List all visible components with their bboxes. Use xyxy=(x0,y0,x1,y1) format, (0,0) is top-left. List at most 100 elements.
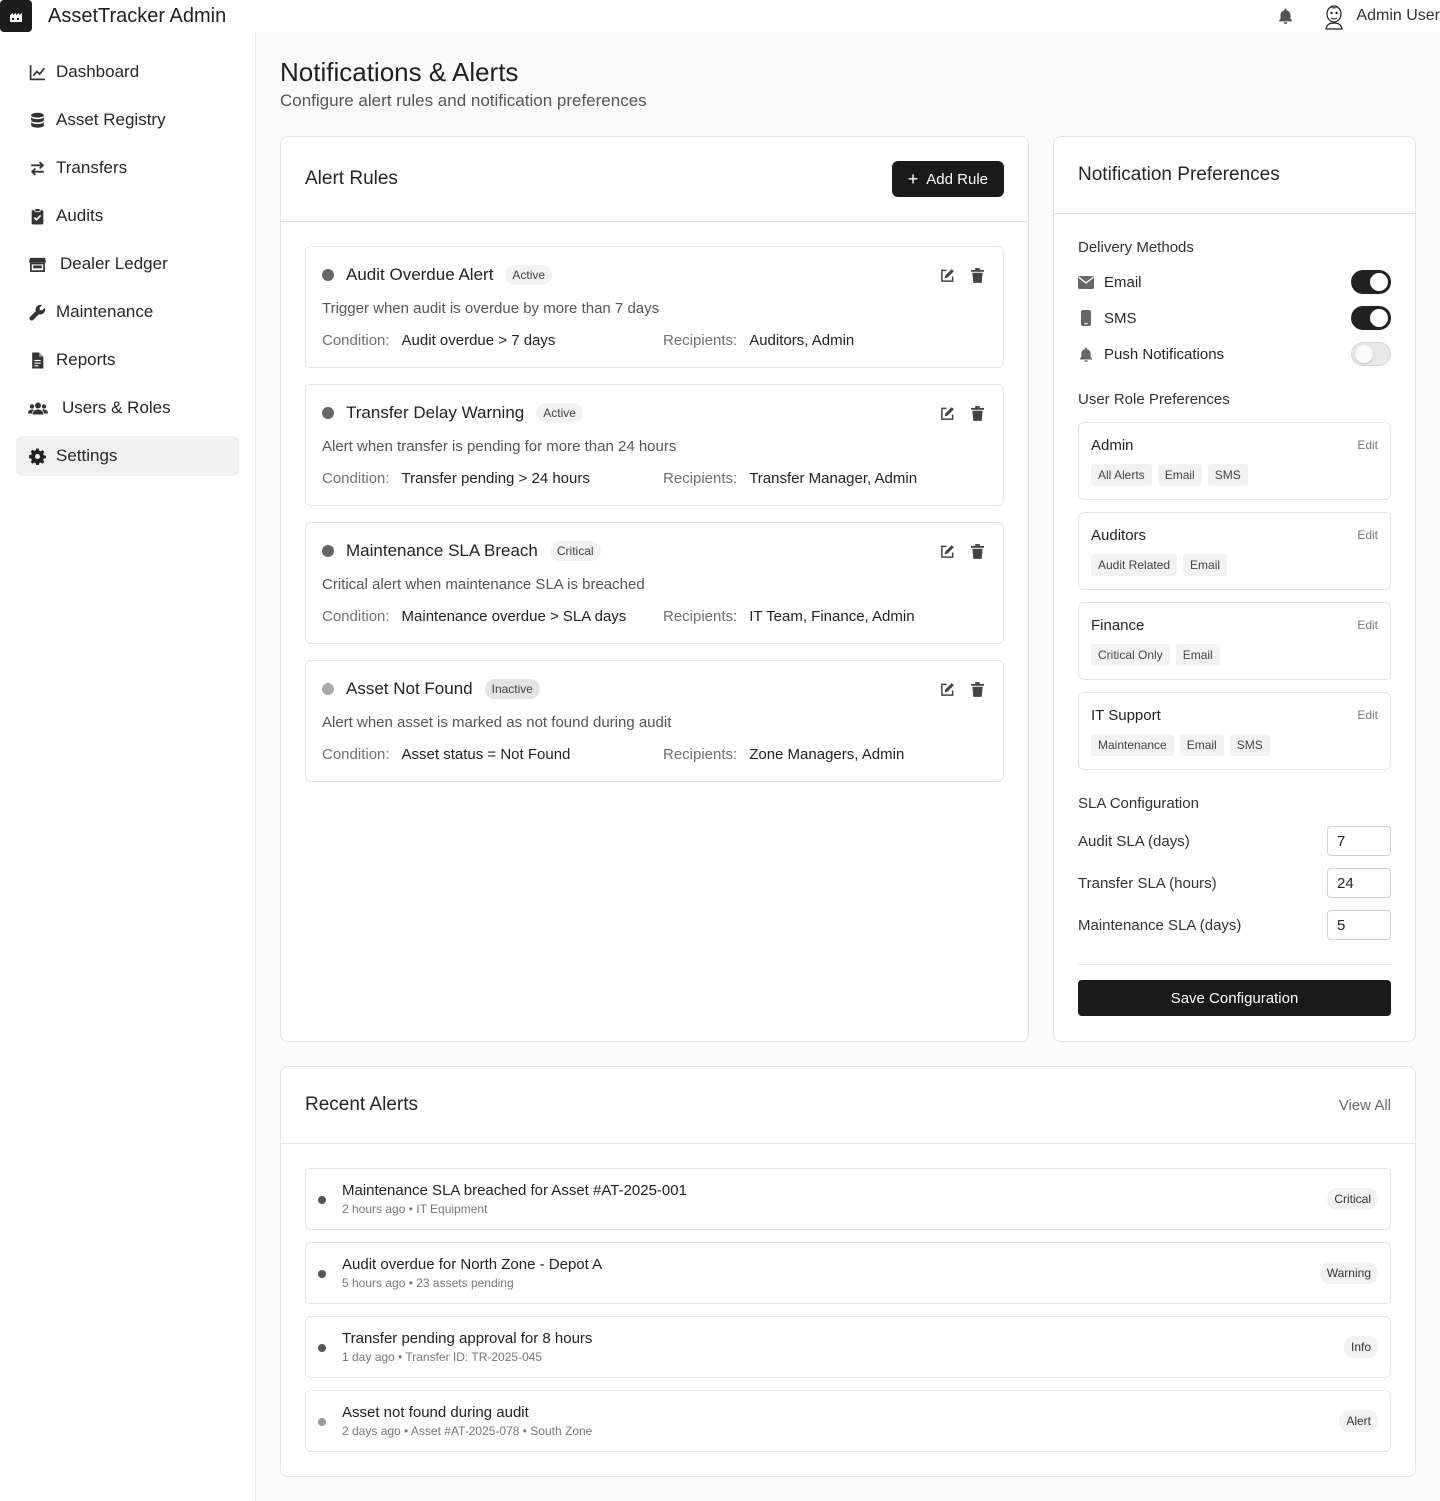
role-name: Finance xyxy=(1091,617,1145,634)
sms-toggle[interactable] xyxy=(1351,306,1391,330)
rule-condition: Transfer pending > 24 hours xyxy=(401,470,590,487)
alert-level-badge: Warning xyxy=(1319,1262,1378,1284)
role-preference-finance: Finance Edit Critical Only Email xyxy=(1078,602,1391,680)
view-all-link[interactable]: View All xyxy=(1339,1097,1391,1114)
mobile-phone-icon xyxy=(1078,310,1094,326)
condition-key: Condition: xyxy=(322,746,390,763)
email-toggle[interactable] xyxy=(1351,270,1391,294)
role-tag: Audit Related xyxy=(1091,554,1178,576)
database-icon xyxy=(28,111,46,129)
delivery-method-sms: SMS xyxy=(1078,306,1391,330)
sidebar-item-asset-registry[interactable]: Asset Registry xyxy=(16,100,239,140)
role-tag: Maintenance xyxy=(1091,734,1174,756)
rule-name: Asset Not Found xyxy=(346,679,473,698)
rule-name: Maintenance SLA Breach xyxy=(346,541,538,560)
status-dot xyxy=(322,407,334,419)
alert-meta: 1 day ago • Transfer ID: TR-2025-045 xyxy=(342,1350,543,1364)
file-icon xyxy=(28,351,46,369)
role-edit-link[interactable]: Edit xyxy=(1357,618,1378,632)
edit-icon[interactable] xyxy=(939,405,955,421)
sidebar-item-label: Reports xyxy=(56,350,116,369)
trash-icon[interactable] xyxy=(969,681,985,697)
role-tag: Email xyxy=(1175,644,1220,666)
recipients-key: Recipients: xyxy=(663,332,738,349)
edit-icon[interactable] xyxy=(939,267,955,283)
alert-level-badge: Info xyxy=(1343,1336,1378,1358)
trash-icon[interactable] xyxy=(969,405,985,421)
alert-rule-item[interactable]: Asset Not Found Inactive Alert when asset… xyxy=(305,660,1004,782)
page-title: Notifications & Alerts xyxy=(280,57,519,87)
alert-meta: 2 days ago • Asset #AT-2025-078 • South … xyxy=(342,1424,593,1438)
arrows-exchange-icon xyxy=(28,159,46,177)
sla-configuration-heading: SLA Configuration xyxy=(1078,795,1199,812)
avatar[interactable] xyxy=(1320,2,1349,30)
bell-icon[interactable] xyxy=(1276,7,1294,25)
recent-alerts-card: Recent Alerts View All Maintenance SLA b… xyxy=(280,1066,1416,1477)
sidebar-item-label: Audits xyxy=(56,206,104,225)
maintenance-sla-input[interactable] xyxy=(1327,910,1391,940)
chart-line-icon xyxy=(28,63,46,81)
push-notifications-toggle[interactable] xyxy=(1351,342,1391,366)
sidebar-item-label: Users & Roles xyxy=(62,398,171,417)
alert-dot xyxy=(318,1418,326,1426)
alert-rule-item[interactable]: Maintenance SLA Breach Critical Critical … xyxy=(305,522,1004,644)
sidebar-item-settings[interactable]: Settings xyxy=(16,436,239,476)
alert-list-item[interactable]: Maintenance SLA breached for Asset #AT-2… xyxy=(305,1168,1391,1230)
condition-key: Condition: xyxy=(322,332,390,349)
gear-icon xyxy=(28,447,46,465)
role-name: IT Support xyxy=(1091,707,1161,724)
status-dot xyxy=(322,545,334,557)
alert-dot xyxy=(318,1344,326,1352)
alert-meta: 5 hours ago • 23 assets pending xyxy=(342,1276,514,1290)
recipients-key: Recipients: xyxy=(663,608,738,625)
sla-row-audit: Audit SLA (days) xyxy=(1078,826,1391,856)
sla-row-maintenance: Maintenance SLA (days) xyxy=(1078,910,1391,940)
top-bar: AssetTracker Admin Admin User xyxy=(0,0,1440,32)
sidebar-item-reports[interactable]: Reports xyxy=(16,340,239,380)
audit-sla-input[interactable] xyxy=(1327,826,1391,856)
alert-list-item[interactable]: Asset not found during audit 2 days ago … xyxy=(305,1390,1391,1452)
role-tag: Critical Only xyxy=(1091,644,1170,666)
rule-recipients: Zone Managers, Admin xyxy=(749,746,905,763)
store-icon xyxy=(28,255,46,273)
sla-label: Transfer SLA (hours) xyxy=(1078,874,1217,892)
delivery-method-label: SMS xyxy=(1104,309,1137,327)
wrench-icon xyxy=(28,303,46,321)
role-edit-link[interactable]: Edit xyxy=(1357,528,1378,542)
sidebar-item-users-roles[interactable]: Users & Roles xyxy=(16,388,239,428)
app-logo[interactable] xyxy=(0,0,32,32)
status-badge: Critical xyxy=(549,541,601,561)
alert-list-item[interactable]: Audit overdue for North Zone - Depot A 5… xyxy=(305,1242,1391,1304)
sidebar-item-dashboard[interactable]: Dashboard xyxy=(16,52,239,92)
sidebar-item-label: Settings xyxy=(56,446,118,465)
condition-key: Condition: xyxy=(322,470,390,487)
notification-preferences-title: Notification Preferences xyxy=(1078,164,1280,185)
sla-label: Maintenance SLA (days) xyxy=(1078,916,1242,934)
delivery-method-push: Push Notifications xyxy=(1078,342,1391,366)
sidebar-item-label: Asset Registry xyxy=(56,110,166,129)
save-configuration-button[interactable]: Save Configuration xyxy=(1078,980,1391,1016)
alert-rules-card: Alert Rules + Add Rule Audit Overdue Ale… xyxy=(280,136,1029,1042)
sidebar-item-transfers[interactable]: Transfers xyxy=(16,148,239,188)
edit-icon[interactable] xyxy=(939,681,955,697)
role-tag: Email xyxy=(1157,464,1202,486)
user-name[interactable]: Admin User xyxy=(1356,7,1440,25)
status-dot xyxy=(322,269,334,281)
trash-icon[interactable] xyxy=(969,267,985,283)
alert-rule-item[interactable]: Audit Overdue Alert Active Trigger when a… xyxy=(305,246,1004,368)
sidebar-item-dealer-ledger[interactable]: Dealer Ledger xyxy=(16,244,239,284)
rule-description: Alert when asset is marked as not found … xyxy=(322,714,672,731)
transfer-sla-input[interactable] xyxy=(1327,868,1391,898)
role-edit-link[interactable]: Edit xyxy=(1357,708,1378,722)
alert-rule-item[interactable]: Transfer Delay Warning Active Alert when … xyxy=(305,384,1004,506)
alert-list-item[interactable]: Transfer pending approval for 8 hours 1 … xyxy=(305,1316,1391,1378)
sidebar-item-audits[interactable]: Audits xyxy=(16,196,239,236)
alert-title: Audit overdue for North Zone - Depot A xyxy=(342,1256,603,1273)
add-rule-button[interactable]: + Add Rule xyxy=(891,161,1004,197)
alert-dot xyxy=(318,1270,326,1278)
sidebar-item-maintenance[interactable]: Maintenance xyxy=(16,292,239,332)
role-edit-link[interactable]: Edit xyxy=(1357,438,1378,452)
status-badge: Active xyxy=(536,403,583,423)
trash-icon[interactable] xyxy=(969,543,985,559)
edit-icon[interactable] xyxy=(939,543,955,559)
